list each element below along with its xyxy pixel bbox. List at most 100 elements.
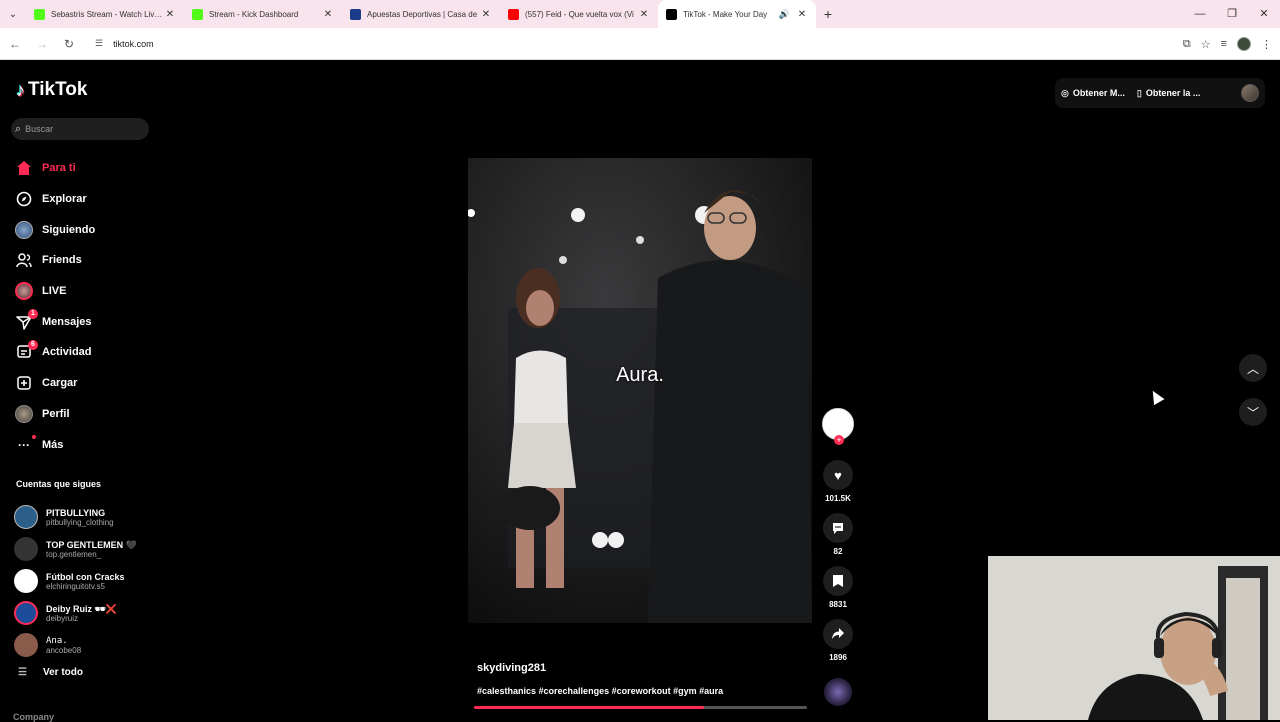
sidebar-item-friends[interactable]: Friends xyxy=(14,245,154,276)
following-account[interactable]: Ana. ancobe08 xyxy=(14,629,164,661)
new-dot xyxy=(32,435,36,440)
notification-badge: 1 xyxy=(28,309,38,320)
search-box[interactable]: ⌕ xyxy=(11,118,149,140)
close-tab-icon[interactable]: ✕ xyxy=(480,9,492,20)
video-progress-fill xyxy=(474,706,704,709)
speaker-icon[interactable]: 🔊 xyxy=(779,9,790,20)
reload-icon[interactable]: ↻ xyxy=(57,37,81,51)
close-window-icon[interactable]: ✕ xyxy=(1248,0,1280,28)
video-actions: + ♥ 101.5K 82 8831 1896 xyxy=(822,408,854,662)
webcam-overlay xyxy=(988,556,1280,720)
get-app-label: Obtener la ... xyxy=(1145,88,1201,98)
like-action[interactable]: ♥ 101.5K xyxy=(822,460,854,503)
following-avatar-icon xyxy=(14,220,34,240)
sidebar-item-para-ti[interactable]: Para ti xyxy=(14,153,154,184)
browser-tab[interactable]: Stream - Kick Dashboard ✕ xyxy=(184,0,342,28)
new-tab-plus-icon[interactable]: + xyxy=(816,6,840,22)
tab-title: TikTok - Make Your Day xyxy=(683,9,768,19)
user-avatar[interactable] xyxy=(1241,84,1259,102)
following-account[interactable]: Deiby Ruiz 🕶❌ deibyruiz xyxy=(14,597,164,629)
save-action[interactable]: 8831 xyxy=(822,566,854,609)
video-hashtags[interactable]: #calesthanics #corechallenges #coreworko… xyxy=(477,686,723,696)
coin-icon: ◎ xyxy=(1061,87,1069,98)
restore-icon[interactable]: ❐ xyxy=(1216,0,1248,28)
profile-avatar-icon[interactable] xyxy=(1237,37,1251,51)
search-input[interactable] xyxy=(25,124,136,134)
sidebar-item-label: Cargar xyxy=(42,377,78,390)
address-bar-row: ← → ↻ ☰ tiktok.com ⧉ ☆ ≡ ⋮ xyxy=(0,28,1280,60)
close-tab-icon[interactable]: ✕ xyxy=(164,9,176,20)
close-tab-icon[interactable]: ✕ xyxy=(796,9,808,20)
install-app-icon[interactable]: ⧉ xyxy=(1183,38,1191,51)
following-section-title: Cuentas que sigues xyxy=(16,479,102,489)
sidebar-item-mensajes[interactable]: 1 Mensajes xyxy=(14,306,154,337)
video-player[interactable]: Aura. xyxy=(468,158,812,623)
browser-tab[interactable]: (557) Feid - Que vuelta vox (Vi ✕ xyxy=(500,0,658,28)
more-icon: ··· xyxy=(18,437,30,452)
search-icon: ⌕ xyxy=(15,122,22,135)
sidebar-item-label: Para ti xyxy=(42,162,76,175)
sidebar-item-actividad[interactable]: 6 Actividad xyxy=(14,337,154,368)
company-link[interactable]: Company xyxy=(13,712,54,722)
share-count: 1896 xyxy=(829,653,847,662)
close-tab-icon[interactable]: ✕ xyxy=(638,9,650,20)
sidebar-item-perfil[interactable]: Perfil xyxy=(14,399,154,430)
tab-title: (557) Feid - Que vuelta vox (Vi xyxy=(525,9,634,19)
share-action[interactable]: 1896 xyxy=(822,619,854,662)
menu-kebab-icon[interactable]: ⋮ xyxy=(1261,38,1272,51)
account-avatar xyxy=(14,569,38,593)
account-name: Ana. xyxy=(46,635,68,646)
music-disc-icon[interactable] xyxy=(824,678,852,706)
video-frame xyxy=(468,158,812,623)
account-handle: ancobe08 xyxy=(46,645,82,655)
sidebar-item-label: Friends xyxy=(42,254,82,267)
follow-plus-icon[interactable]: + xyxy=(834,435,844,445)
share-arrow-icon[interactable] xyxy=(823,619,853,649)
heart-icon[interactable]: ♥ xyxy=(823,460,853,490)
tab-search-chevron-icon[interactable]: ⌄ xyxy=(0,0,26,28)
sidebar-item-label: Perfil xyxy=(42,407,70,420)
creator-avatar[interactable]: + xyxy=(822,408,854,445)
account-avatar xyxy=(14,601,38,625)
back-arrow-icon[interactable]: ← xyxy=(3,37,27,51)
webcam-image xyxy=(988,556,1280,720)
following-account[interactable]: PITBULLYING pitbullying_clothing xyxy=(14,501,164,533)
media-queue-icon[interactable]: ≡ xyxy=(1221,38,1227,50)
sidebar-item-explorar[interactable]: Explorar xyxy=(14,184,154,215)
home-icon xyxy=(14,158,34,178)
get-coins-button[interactable]: ◎ Obtener M... xyxy=(1061,88,1125,99)
following-account[interactable]: Fútbol con Cracks elchiringuitotv.s5 xyxy=(14,565,164,597)
tiktok-logo[interactable]: ♪ TikTok xyxy=(16,79,87,101)
url-field[interactable]: ☰ tiktok.com xyxy=(87,32,1147,56)
chevron-up-icon[interactable]: ︿ xyxy=(1239,354,1267,382)
site-info-icon[interactable]: ☰ xyxy=(95,38,103,49)
sidebar-item-siguiendo[interactable]: Siguiendo xyxy=(14,214,154,245)
close-tab-icon[interactable]: ✕ xyxy=(322,9,334,20)
browser-tab-bar: ⌄ Sebastris Stream - Watch Live o ✕ Stre… xyxy=(0,0,1280,28)
forward-arrow-icon[interactable]: → xyxy=(30,37,54,51)
bookmark-star-icon[interactable]: ☆ xyxy=(1201,38,1211,51)
comment-icon[interactable] xyxy=(823,513,853,543)
video-author[interactable]: skydiving281 xyxy=(477,662,546,674)
following-account[interactable]: TOP GENTLEMEN 🖤 top.gentlemen_ xyxy=(14,533,164,565)
youtube-favicon-icon xyxy=(508,8,519,20)
notification-badge: 6 xyxy=(28,340,38,351)
video-progress-bar[interactable] xyxy=(474,706,807,709)
get-app-button[interactable]: ▯ Obtener la ... xyxy=(1137,88,1200,99)
sidebar-item-live[interactable]: LIVE xyxy=(14,276,154,307)
sidebar-item-mas[interactable]: ··· Más xyxy=(14,429,154,460)
sidebar-item-cargar[interactable]: Cargar xyxy=(14,368,154,399)
see-all-link[interactable]: ☰ Ver todo xyxy=(18,667,83,678)
like-count: 101.5K xyxy=(825,494,851,503)
browser-tab[interactable]: Sebastris Stream - Watch Live o ✕ xyxy=(26,0,184,28)
minimize-icon[interactable]: — xyxy=(1184,0,1216,28)
browser-tab[interactable]: Apuestas Deportivas | Casa de ✕ xyxy=(342,0,500,28)
account-handle: elchiringuitotv.s5 xyxy=(46,581,105,591)
window-controls: — ❐ ✕ xyxy=(1184,0,1280,28)
chevron-down-icon[interactable]: ﹀ xyxy=(1239,398,1267,426)
account-name: Fútbol con Cracks xyxy=(46,571,125,582)
account-name: Deiby Ruiz 🕶❌ xyxy=(46,603,118,614)
bookmark-icon[interactable] xyxy=(823,566,853,596)
browser-tab-active[interactable]: TikTok - Make Your Day 🔊 ✕ xyxy=(658,0,816,28)
comment-action[interactable]: 82 xyxy=(822,513,854,556)
